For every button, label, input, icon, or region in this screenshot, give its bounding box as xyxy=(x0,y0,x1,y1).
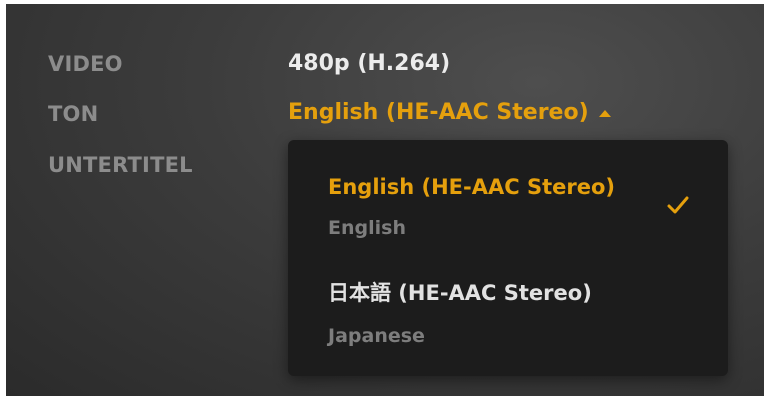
audio-track-select[interactable]: English (HE-AAC Stereo) xyxy=(288,100,611,125)
subtitles-label: UNTERTITEL xyxy=(48,153,193,177)
video-quality-value[interactable]: 480p (H.264) xyxy=(288,51,450,76)
caret-up-icon xyxy=(598,109,611,117)
audio-label: TON xyxy=(48,102,99,126)
audio-track-dropdown: English (HE-AAC Stereo) English 日本語 (HE-… xyxy=(288,140,728,376)
audio-option-title: 日本語 (HE-AAC Stereo) xyxy=(328,281,592,305)
audio-option-title: English (HE-AAC Stereo) xyxy=(328,175,615,199)
audio-option-japanese[interactable]: 日本語 (HE-AAC Stereo) Japanese xyxy=(328,277,698,347)
audio-option-language: English xyxy=(328,217,406,239)
playback-settings-panel: VIDEO 480p (H.264) TON English (HE-AAC S… xyxy=(6,4,764,396)
audio-track-value: English (HE-AAC Stereo) xyxy=(288,100,589,125)
audio-option-english[interactable]: English (HE-AAC Stereo) English xyxy=(328,175,698,239)
audio-option-language: Japanese xyxy=(328,325,425,347)
checkmark-icon xyxy=(667,196,689,214)
video-label: VIDEO xyxy=(48,52,123,76)
